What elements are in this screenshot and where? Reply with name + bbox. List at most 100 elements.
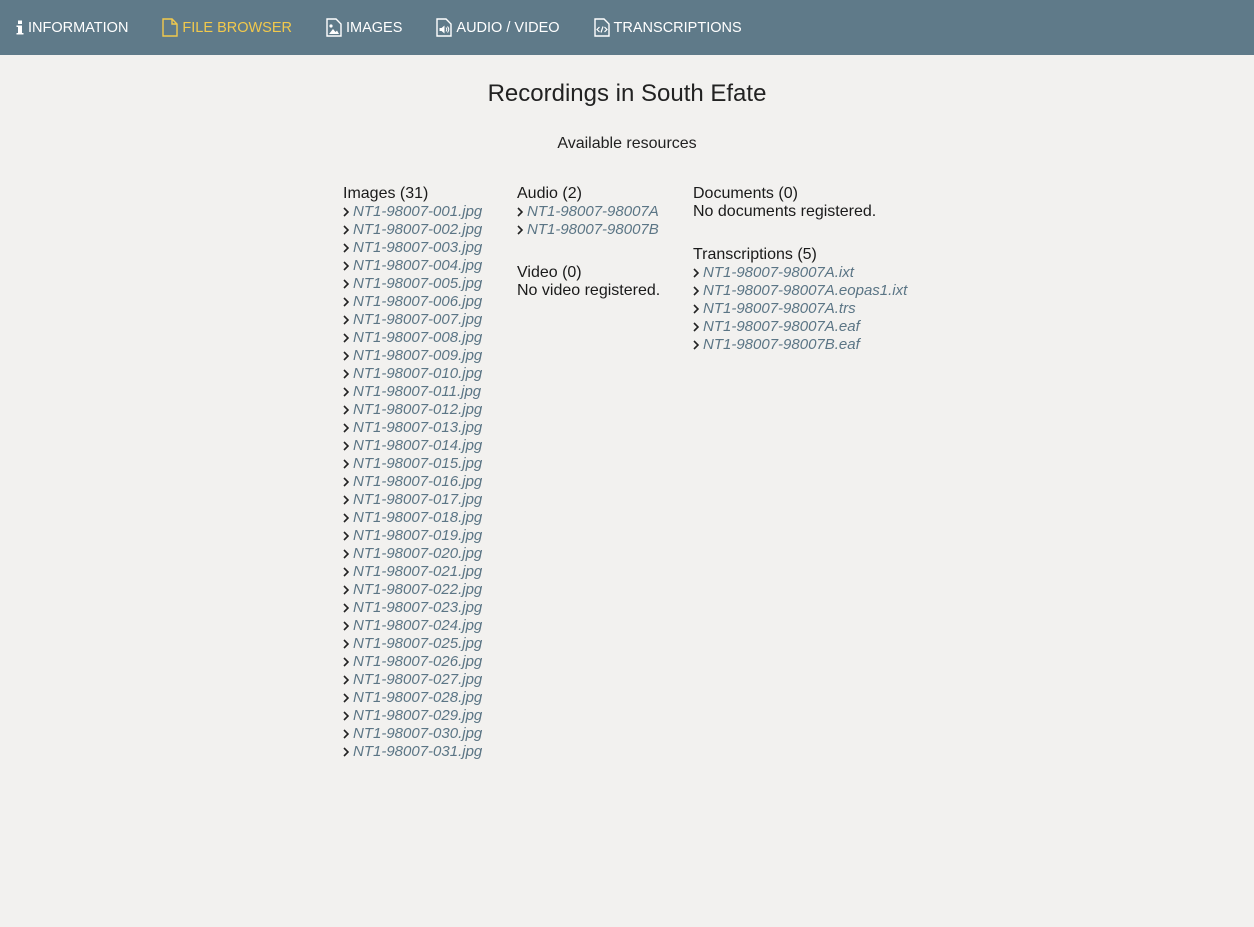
chevron-right-icon: [343, 549, 353, 559]
image-file-icon: [326, 18, 342, 37]
file-list-item: NT1-98007-015.jpg: [343, 455, 517, 473]
chevron-right-icon: [343, 531, 353, 541]
file-list-item: NT1-98007-017.jpg: [343, 491, 517, 509]
chevron-right-icon: [517, 207, 527, 217]
file-link[interactable]: NT1-98007-029.jpg: [353, 707, 482, 725]
chevron-right-icon: [343, 459, 353, 469]
file-list-item: NT1-98007-007.jpg: [343, 311, 517, 329]
file-link[interactable]: NT1-98007-017.jpg: [353, 491, 482, 509]
file-link[interactable]: NT1-98007-022.jpg: [353, 581, 482, 599]
file-list-item: NT1-98007-014.jpg: [343, 437, 517, 455]
file-list-item: NT1-98007-016.jpg: [343, 473, 517, 491]
file-list-item: NT1-98007-98007A.eaf: [693, 318, 953, 336]
file-link[interactable]: NT1-98007-004.jpg: [353, 257, 482, 275]
file-link[interactable]: NT1-98007-031.jpg: [353, 743, 482, 761]
file-link[interactable]: NT1-98007-011.jpg: [353, 383, 481, 401]
nav-audio-video[interactable]: AUDIO / VIDEO: [436, 18, 560, 37]
file-list-item: NT1-98007-98007B: [517, 221, 693, 239]
file-list-item: NT1-98007-028.jpg: [343, 689, 517, 707]
file-list-item: NT1-98007-008.jpg: [343, 329, 517, 347]
chevron-right-icon: [693, 340, 703, 350]
file-list-item: NT1-98007-006.jpg: [343, 293, 517, 311]
file-link[interactable]: NT1-98007-002.jpg: [353, 221, 482, 239]
file-list-item: NT1-98007-023.jpg: [343, 599, 517, 617]
nav-information[interactable]: INFORMATION: [16, 20, 128, 36]
chevron-right-icon: [343, 207, 353, 217]
chevron-right-icon: [343, 369, 353, 379]
chevron-right-icon: [343, 657, 353, 667]
file-link[interactable]: NT1-98007-016.jpg: [353, 473, 482, 491]
file-link[interactable]: NT1-98007-024.jpg: [353, 617, 482, 635]
chevron-right-icon: [517, 225, 527, 235]
chevron-right-icon: [693, 286, 703, 296]
chevron-right-icon: [343, 387, 353, 397]
chevron-right-icon: [343, 567, 353, 577]
audio-file-icon: [436, 18, 453, 37]
file-link[interactable]: NT1-98007-013.jpg: [353, 419, 482, 437]
file-list-item: NT1-98007-98007A.trs: [693, 300, 953, 318]
file-list-item: NT1-98007-022.jpg: [343, 581, 517, 599]
page-subtitle: Available resources: [557, 135, 697, 152]
file-list-item: NT1-98007-98007B.eaf: [693, 336, 953, 354]
chevron-right-icon: [343, 351, 353, 361]
documents-heading: Documents (0): [693, 185, 798, 202]
file-link[interactable]: NT1-98007-006.jpg: [353, 293, 482, 311]
nav-file-browser[interactable]: FILE BROWSER: [162, 18, 292, 37]
info-icon: [16, 20, 24, 35]
file-link[interactable]: NT1-98007-98007A.ixt: [703, 264, 854, 282]
file-link[interactable]: NT1-98007-98007B: [527, 221, 659, 239]
file-link[interactable]: NT1-98007-008.jpg: [353, 329, 482, 347]
file-link[interactable]: NT1-98007-009.jpg: [353, 347, 482, 365]
file-link[interactable]: NT1-98007-026.jpg: [353, 653, 482, 671]
file-link[interactable]: NT1-98007-015.jpg: [353, 455, 482, 473]
file-list-item: NT1-98007-030.jpg: [343, 725, 517, 743]
file-list-item: NT1-98007-024.jpg: [343, 617, 517, 635]
chevron-right-icon: [343, 729, 353, 739]
file-link[interactable]: NT1-98007-005.jpg: [353, 275, 482, 293]
chevron-right-icon: [343, 225, 353, 235]
file-list-item: NT1-98007-025.jpg: [343, 635, 517, 653]
file-link[interactable]: NT1-98007-98007A.eopas1.ixt: [703, 282, 907, 300]
file-link[interactable]: NT1-98007-028.jpg: [353, 689, 482, 707]
images-heading: Images (31): [343, 185, 429, 202]
file-list-item: NT1-98007-018.jpg: [343, 509, 517, 527]
file-link[interactable]: NT1-98007-018.jpg: [353, 509, 482, 527]
file-link[interactable]: NT1-98007-98007A.trs: [703, 300, 856, 318]
file-list-item: NT1-98007-027.jpg: [343, 671, 517, 689]
nav-images-label: IMAGES: [346, 19, 403, 36]
file-list-item: NT1-98007-010.jpg: [343, 365, 517, 383]
file-link[interactable]: NT1-98007-010.jpg: [353, 365, 482, 383]
file-link[interactable]: NT1-98007-98007A.eaf: [703, 318, 860, 336]
file-link[interactable]: NT1-98007-001.jpg: [353, 203, 482, 221]
chevron-right-icon: [343, 423, 353, 433]
file-list-item: NT1-98007-002.jpg: [343, 221, 517, 239]
file-link[interactable]: NT1-98007-019.jpg: [353, 527, 482, 545]
nav-transcriptions[interactable]: TRANSCRIPTIONS: [593, 18, 742, 37]
file-link[interactable]: NT1-98007-030.jpg: [353, 725, 482, 743]
file-link[interactable]: NT1-98007-020.jpg: [353, 545, 482, 563]
file-link[interactable]: NT1-98007-014.jpg: [353, 437, 482, 455]
file-link[interactable]: NT1-98007-98007B.eaf: [703, 336, 860, 354]
file-link[interactable]: NT1-98007-98007A: [527, 203, 659, 221]
file-link[interactable]: NT1-98007-012.jpg: [353, 401, 482, 419]
file-list-item: NT1-98007-012.jpg: [343, 401, 517, 419]
file-list-item: NT1-98007-004.jpg: [343, 257, 517, 275]
chevron-right-icon: [343, 297, 353, 307]
file-link[interactable]: NT1-98007-007.jpg: [353, 311, 482, 329]
chevron-right-icon: [693, 322, 703, 332]
file-link[interactable]: NT1-98007-025.jpg: [353, 635, 482, 653]
file-link[interactable]: NT1-98007-023.jpg: [353, 599, 482, 617]
file-link[interactable]: NT1-98007-027.jpg: [353, 671, 482, 689]
audio-heading: Audio (2): [517, 185, 582, 202]
chevron-right-icon: [343, 261, 353, 271]
documents-empty-message: No documents registered.: [693, 203, 877, 220]
transcriptions-list: NT1-98007-98007A.ixt NT1-98007-98007A.eop…: [693, 264, 953, 354]
nav-images[interactable]: IMAGES: [326, 18, 402, 37]
chevron-right-icon: [343, 675, 353, 685]
file-link[interactable]: NT1-98007-021.jpg: [353, 563, 482, 581]
file-link[interactable]: NT1-98007-003.jpg: [353, 239, 482, 257]
file-list-item: NT1-98007-98007A: [517, 203, 693, 221]
file-list-item: NT1-98007-021.jpg: [343, 563, 517, 581]
file-list-item: NT1-98007-011.jpg: [343, 383, 517, 401]
file-list-item: NT1-98007-98007A.eopas1.ixt: [693, 282, 953, 300]
